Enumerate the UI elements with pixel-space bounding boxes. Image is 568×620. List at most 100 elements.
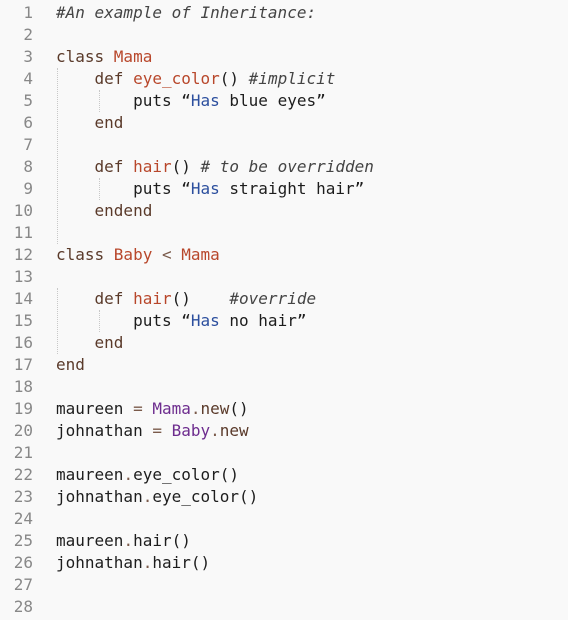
code-text[interactable]: end — [56, 354, 85, 376]
code-text[interactable]: class Mama — [56, 46, 152, 68]
code-token: endend — [56, 201, 153, 220]
code-text[interactable]: johnathan.hair() — [56, 552, 210, 574]
code-line[interactable]: 23 johnathan.eye_color() — [0, 486, 568, 508]
code-token: puts “ — [56, 91, 191, 110]
code-token: new — [200, 399, 230, 418]
line-number: 6 — [23, 113, 33, 132]
code-token: . — [123, 531, 134, 550]
code-text[interactable]: def hair() # to be overridden — [56, 156, 374, 178]
code-line[interactable]: 15 puts “Has no hair” — [0, 310, 568, 332]
code-line[interactable]: 17 end — [0, 354, 568, 376]
code-line[interactable]: 11 — [0, 222, 568, 244]
code-line[interactable]: 24 — [0, 508, 568, 530]
code-token: . — [142, 553, 153, 572]
code-line[interactable]: 18 — [0, 376, 568, 398]
code-line[interactable]: 10 endend — [0, 200, 568, 222]
line-number: 17 — [13, 355, 33, 374]
code-line[interactable]: 1 #An example of Inheritance: — [0, 2, 568, 24]
code-text[interactable]: endend — [56, 200, 153, 222]
code-line[interactable]: 5 puts “Has blue eyes” — [0, 90, 568, 112]
code-line[interactable]: 4 def eye_color() #implicit — [0, 68, 568, 90]
code-token: Has — [190, 179, 220, 198]
code-token: hair() — [152, 553, 211, 572]
code-line[interactable]: 9 puts “Has straight hair” — [0, 178, 568, 200]
code-text[interactable]: maureen.hair() — [56, 530, 191, 552]
code-line[interactable]: 22 maureen.eye_color() — [0, 464, 568, 486]
code-text[interactable]: end — [56, 332, 124, 354]
code-line[interactable]: 8 def hair() # to be overridden — [0, 156, 568, 178]
code-text[interactable]: johnathan.eye_color() — [56, 486, 258, 508]
code-token: puts “ — [56, 179, 191, 198]
code-token: () — [171, 289, 230, 308]
code-token: #An example of Inheritance: — [56, 3, 317, 22]
code-token: #override — [229, 289, 317, 308]
code-token: . — [190, 399, 201, 418]
code-line[interactable]: 2 — [0, 24, 568, 46]
code-token: straight hair” — [219, 179, 365, 198]
code-token: new — [219, 421, 249, 440]
line-number: 16 — [13, 333, 33, 352]
code-text[interactable]: #An example of Inheritance: — [56, 2, 316, 24]
code-line[interactable]: 7 — [0, 134, 568, 156]
code-token: eye_color — [133, 69, 220, 88]
code-text[interactable]: end — [56, 112, 124, 134]
line-number: 5 — [23, 91, 33, 110]
code-line[interactable]: 13 — [0, 266, 568, 288]
code-line[interactable]: 20 johnathan = Baby.new — [0, 420, 568, 442]
code-line[interactable]: 21 — [0, 442, 568, 464]
code-line[interactable]: 3 class Mama — [0, 46, 568, 68]
code-token: () — [171, 157, 201, 176]
code-line[interactable]: 26 johnathan.hair() — [0, 552, 568, 574]
line-number: 20 — [13, 421, 33, 440]
line-number: 14 — [13, 289, 33, 308]
code-token: end — [56, 333, 124, 352]
code-line[interactable]: 19 maureen = Mama.new() — [0, 398, 568, 420]
code-token: hair — [133, 157, 172, 176]
code-token: def — [56, 69, 134, 88]
line-number: 11 — [13, 223, 33, 242]
line-number: 13 — [13, 267, 33, 286]
code-token: no hair” — [219, 311, 307, 330]
code-token: #implicit — [248, 69, 336, 88]
line-number: 21 — [13, 443, 33, 462]
line-number: 9 — [23, 179, 33, 198]
code-line[interactable]: 16 end — [0, 332, 568, 354]
code-token: end — [56, 113, 124, 132]
code-token: < — [152, 245, 182, 264]
code-text[interactable]: def eye_color() #implicit — [56, 68, 336, 90]
code-text[interactable]: puts “Has no hair” — [56, 310, 306, 332]
code-line[interactable]: 6 end — [0, 112, 568, 134]
code-line[interactable]: 25 maureen.hair() — [0, 530, 568, 552]
code-line[interactable]: 27 — [0, 574, 568, 596]
code-token: maureen — [56, 399, 134, 418]
code-text[interactable]: puts “Has straight hair” — [56, 178, 364, 200]
code-text[interactable]: maureen.eye_color() — [56, 464, 239, 486]
code-line[interactable]: 28 — [0, 596, 568, 618]
code-token: puts “ — [56, 311, 191, 330]
line-number: 24 — [13, 509, 33, 528]
code-text[interactable]: johnathan = Baby.new — [56, 420, 249, 442]
line-number: 27 — [13, 575, 33, 594]
code-token: johnathan — [56, 487, 143, 506]
code-text[interactable]: maureen = Mama.new() — [56, 398, 249, 420]
code-token: . — [142, 487, 153, 506]
code-token: Mama — [113, 47, 153, 66]
code-token: . — [123, 465, 134, 484]
code-line[interactable]: 12 class Baby < Mama — [0, 244, 568, 266]
code-token: end — [56, 355, 85, 374]
code-text[interactable]: puts “Has blue eyes” — [56, 90, 326, 112]
code-text[interactable]: class Baby < Mama — [56, 244, 220, 266]
code-editor[interactable]: 1 #An example of Inheritance: 2 3 class Mama… — [0, 0, 568, 620]
line-number: 19 — [13, 399, 33, 418]
code-token: () — [229, 399, 249, 418]
code-text[interactable]: def hair() #override — [56, 288, 317, 310]
line-number: 28 — [13, 597, 33, 616]
code-token: hair() — [133, 531, 191, 550]
line-number: 10 — [13, 201, 33, 220]
code-token: def — [56, 289, 134, 308]
code-token: johnathan — [56, 553, 143, 572]
code-line[interactable]: 14 def hair() #override — [0, 288, 568, 310]
code-token: class — [56, 245, 114, 264]
code-token: Mama — [181, 245, 220, 264]
